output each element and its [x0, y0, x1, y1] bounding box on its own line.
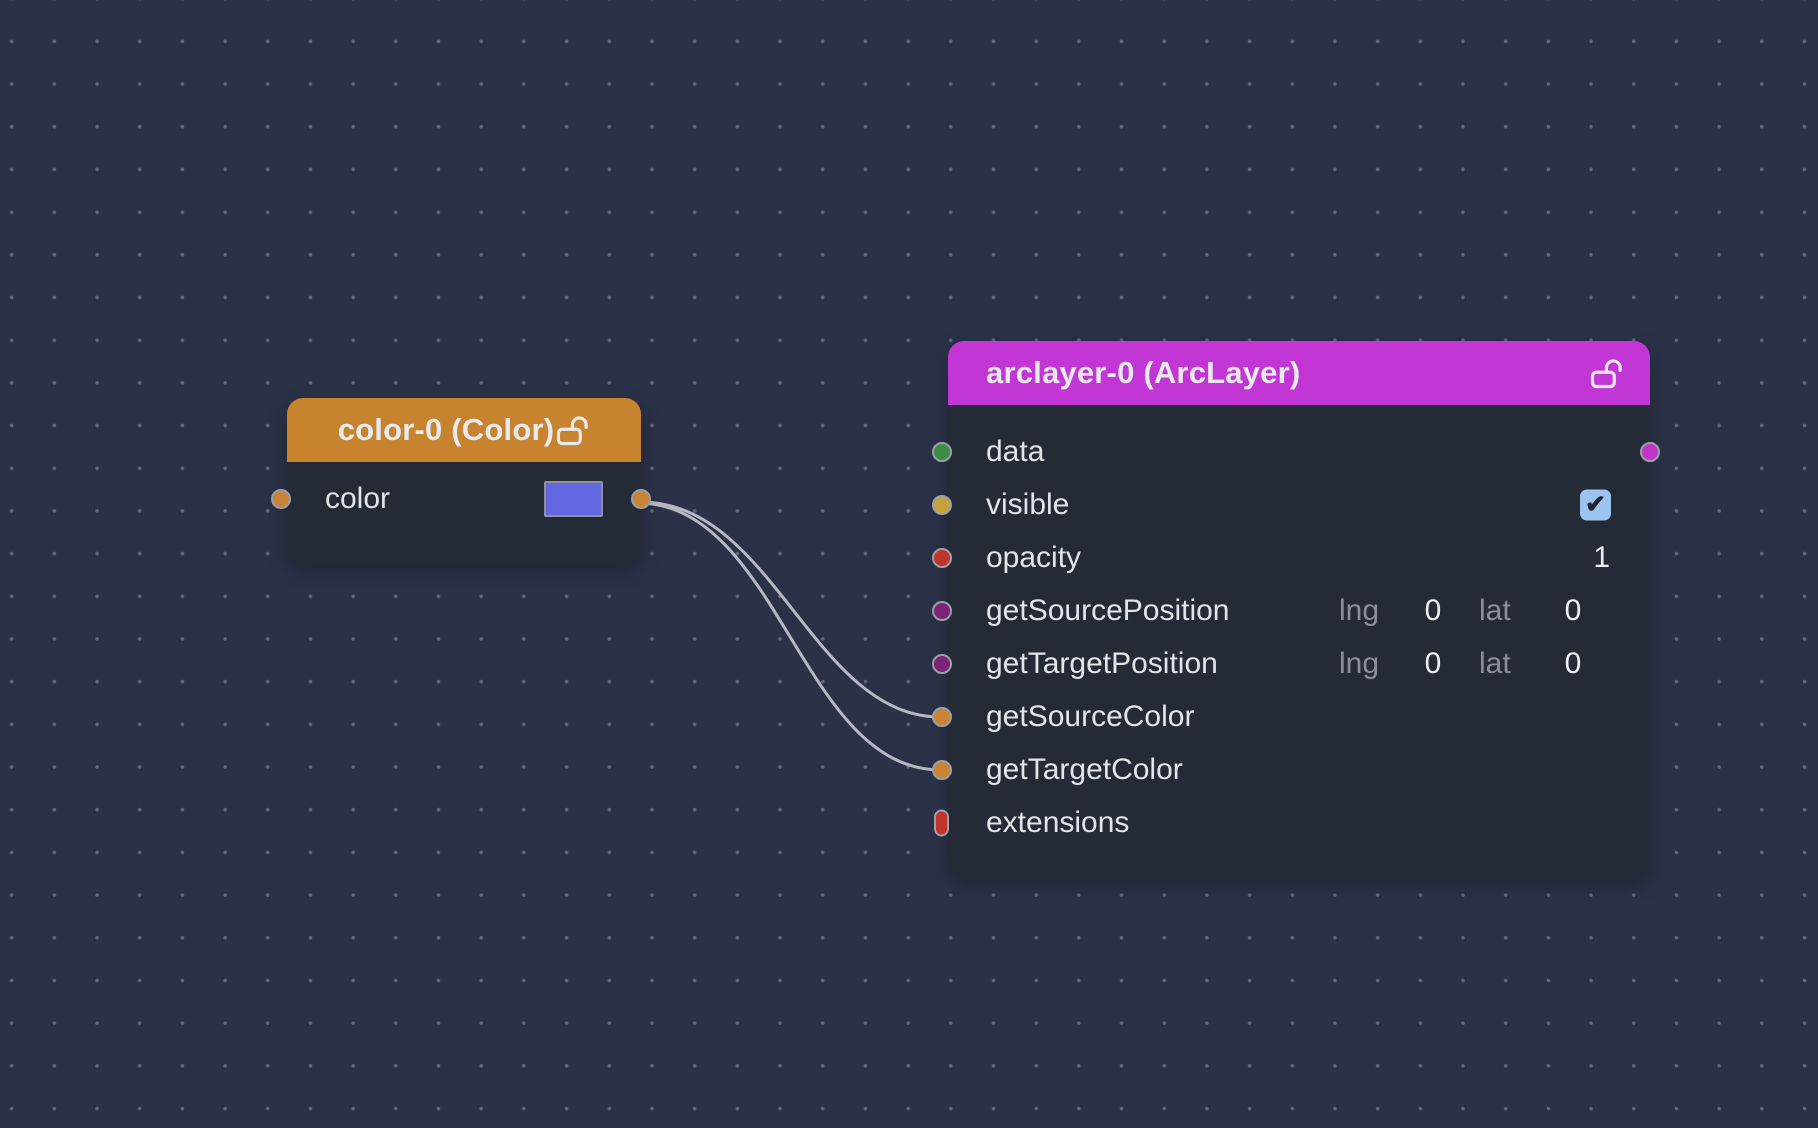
port-getsourceposition-input[interactable] — [932, 601, 952, 621]
row-data-label: data — [986, 435, 1044, 469]
unlock-icon[interactable] — [554, 412, 590, 448]
arclayer-node-header[interactable]: arclayer-0 (ArcLayer) — [948, 341, 1650, 405]
check-icon: ✔ — [1585, 492, 1606, 517]
opacity-value-field[interactable]: 1 — [1593, 541, 1610, 575]
node-color-0[interactable]: color-0 (Color) color — [287, 398, 641, 565]
port-opacity-input[interactable] — [932, 548, 952, 568]
getsourceposition-fields: lng 0 lat 0 — [1339, 594, 1619, 628]
row-gettargetposition-label: getTargetPosition — [986, 647, 1218, 681]
row-extensions: extensions — [948, 796, 1650, 849]
lat-label: lat — [1479, 647, 1527, 681]
port-color-output[interactable] — [631, 489, 651, 509]
row-opacity: opacity 1 — [948, 531, 1650, 584]
edge-color-to-gettargetcolor[interactable] — [641, 503, 941, 770]
visible-checkbox[interactable]: ✔ — [1580, 489, 1611, 520]
lng-value-field[interactable]: 0 — [1387, 647, 1479, 681]
row-getsourcecolor-label: getSourceColor — [986, 700, 1194, 734]
color-node-header[interactable]: color-0 (Color) — [287, 398, 641, 462]
row-gettargetcolor-label: getTargetColor — [986, 753, 1183, 787]
color-swatch[interactable] — [544, 481, 603, 517]
row-gettargetcolor: getTargetColor — [948, 743, 1650, 796]
row-getsourcecolor: getSourceColor — [948, 690, 1650, 743]
row-visible: visible ✔ — [948, 478, 1650, 531]
port-data-input[interactable] — [932, 442, 952, 462]
port-gettargetposition-input[interactable] — [932, 654, 952, 674]
edge-color-to-getsourcecolor[interactable] — [641, 502, 941, 717]
arclayer-node-body: data visible ✔ opacity 1 getSourcePositi… — [948, 405, 1650, 849]
port-layer-output[interactable] — [1640, 442, 1660, 462]
gettargetposition-fields: lng 0 lat 0 — [1339, 647, 1619, 681]
row-data: data — [948, 425, 1650, 478]
row-getsourceposition: getSourcePosition lng 0 lat 0 — [948, 584, 1650, 637]
lat-value-field[interactable]: 0 — [1527, 647, 1619, 681]
lng-label: lng — [1339, 594, 1387, 628]
port-getsourcecolor-input[interactable] — [932, 707, 952, 727]
row-color: color — [287, 462, 641, 536]
port-gettargetcolor-input[interactable] — [932, 760, 952, 780]
node-arclayer-0[interactable]: arclayer-0 (ArcLayer) data visible ✔ — [948, 341, 1650, 879]
color-node-title: color-0 (Color) — [338, 412, 555, 448]
arclayer-node-title: arclayer-0 (ArcLayer) — [986, 355, 1300, 391]
color-row-label: color — [325, 482, 390, 516]
row-gettargetposition: getTargetPosition lng 0 lat 0 — [948, 637, 1650, 690]
unlock-icon[interactable] — [1588, 355, 1624, 391]
port-color-input[interactable] — [271, 489, 291, 509]
color-node-body: color — [287, 462, 641, 565]
row-getsourceposition-label: getSourcePosition — [986, 594, 1230, 628]
flow-canvas[interactable]: color-0 (Color) color arclayer-0 (ArcLay… — [0, 0, 1818, 1128]
row-visible-label: visible — [986, 488, 1069, 522]
port-visible-input[interactable] — [932, 495, 952, 515]
port-extensions-input[interactable] — [934, 809, 949, 836]
lng-label: lng — [1339, 647, 1387, 681]
row-opacity-label: opacity — [986, 541, 1081, 575]
lat-label: lat — [1479, 594, 1527, 628]
lng-value-field[interactable]: 0 — [1387, 594, 1479, 628]
row-extensions-label: extensions — [986, 806, 1129, 840]
lat-value-field[interactable]: 0 — [1527, 594, 1619, 628]
